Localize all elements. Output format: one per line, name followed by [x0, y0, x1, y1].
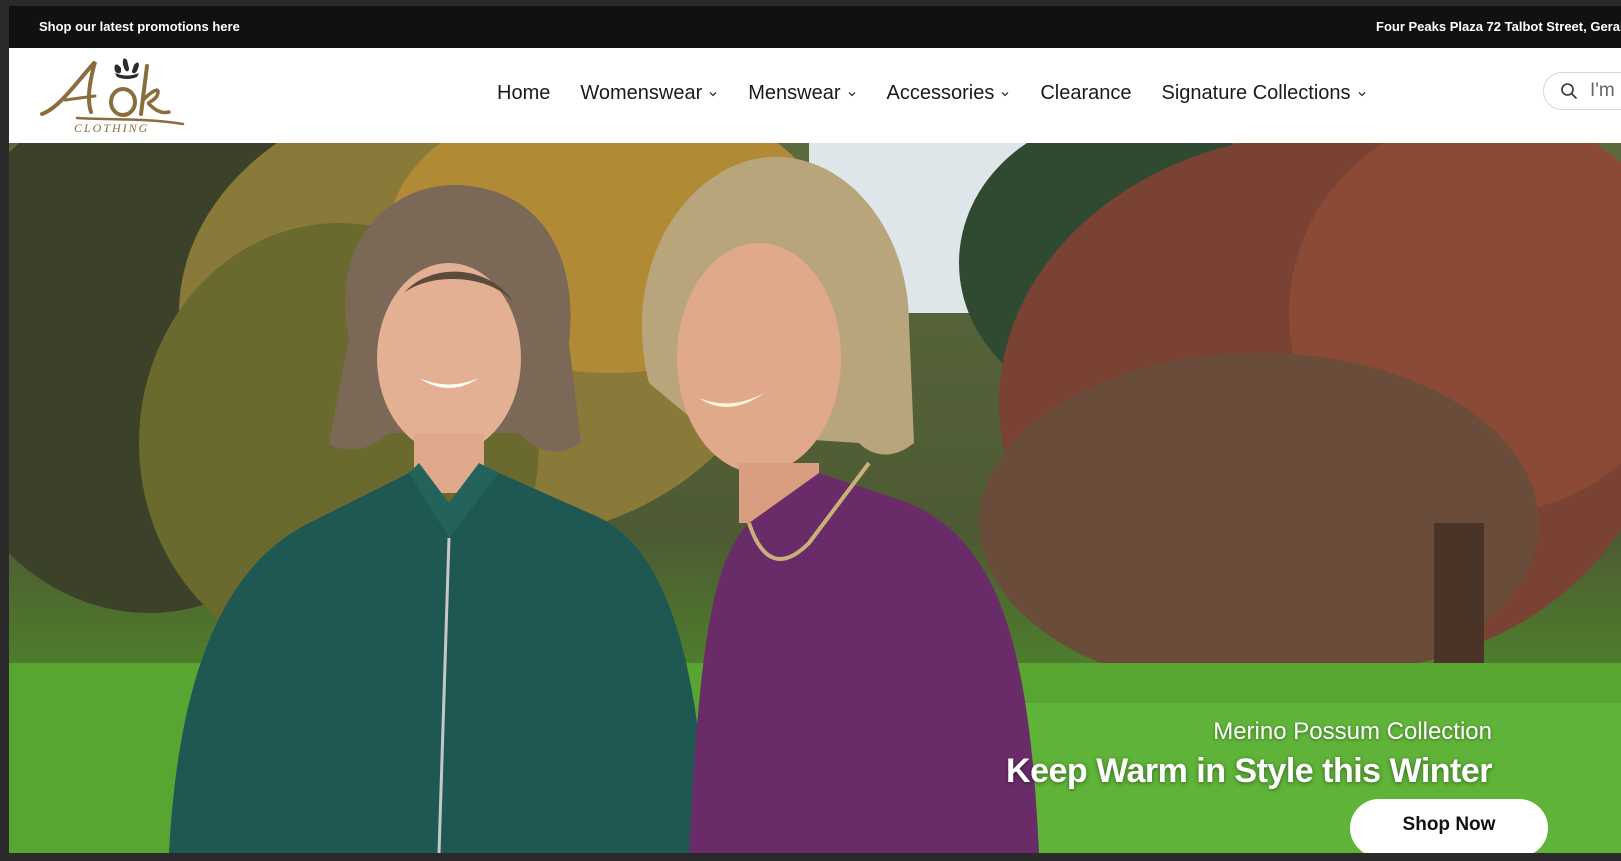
logo-subtext: CLOTHING — [74, 121, 149, 134]
page-frame: Shop our latest promotions here Four Pea… — [9, 6, 1621, 853]
brand-logo[interactable]: CLOTHING — [37, 56, 187, 135]
search-input[interactable] — [1588, 79, 1621, 103]
chevron-down-icon — [1358, 91, 1365, 96]
promotions-link[interactable]: Shop our latest promotions here — [39, 19, 240, 34]
nav-label: Menswear — [748, 82, 841, 104]
hero-subtitle: Merino Possum Collection — [1213, 718, 1492, 745]
hero-text: Merino Possum Collection Keep Warm in St… — [1006, 718, 1492, 791]
nav-item-accessories[interactable]: Accessories — [887, 82, 1011, 105]
nav-item-signature-collections[interactable]: Signature Collections — [1162, 82, 1367, 105]
logo-ornament-icon — [114, 58, 139, 79]
nav-label: Signature Collections — [1161, 82, 1351, 104]
nav-label: Accessories — [886, 82, 995, 104]
store-address: Four Peaks Plaza 72 Talbot Street, Geral… — [1376, 19, 1621, 34]
nav-label: Clearance — [1040, 82, 1132, 104]
shop-now-button[interactable]: Shop Now — [1350, 799, 1548, 853]
site-header: CLOTHING Home Womenswear Menswear Access… — [9, 48, 1621, 143]
chevron-down-icon — [848, 91, 855, 96]
nav-label: Home — [497, 82, 551, 104]
hero-title: Keep Warm in Style this Winter — [1006, 752, 1492, 790]
search-box[interactable] — [1543, 72, 1621, 110]
main-nav: Home Womenswear Menswear Accessories Cle… — [497, 82, 1397, 105]
nav-item-clearance[interactable]: Clearance — [1040, 82, 1131, 105]
nav-item-menswear[interactable]: Menswear — [748, 82, 856, 105]
nav-item-home[interactable]: Home — [497, 82, 550, 105]
chevron-down-icon — [709, 91, 717, 96]
search-icon[interactable] — [1560, 82, 1578, 100]
nav-label: Womenswear — [580, 82, 703, 104]
announcement-bar: Shop our latest promotions here Four Pea… — [9, 6, 1621, 48]
chevron-down-icon — [1001, 91, 1009, 96]
logo-graphic: CLOTHING — [40, 58, 185, 135]
nav-item-womenswear[interactable]: Womenswear — [580, 82, 718, 105]
hero-banner[interactable]: Merino Possum Collection Keep Warm in St… — [9, 143, 1621, 853]
